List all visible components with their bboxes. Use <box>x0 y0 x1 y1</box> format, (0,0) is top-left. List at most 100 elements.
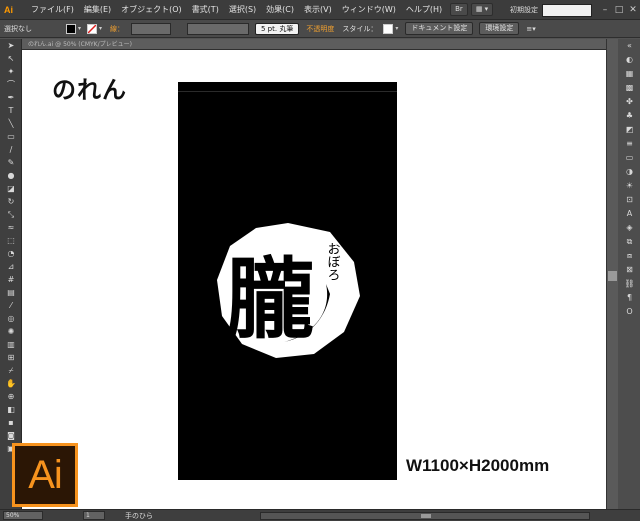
align-panel-icon[interactable]: ⧉ <box>619 235 640 249</box>
character-panel-icon[interactable]: A <box>619 207 640 221</box>
menu-select[interactable]: 選択(S) <box>224 0 261 20</box>
bridge-button[interactable]: Br <box>450 3 468 16</box>
document-tab[interactable]: のれん.ai @ 50% (CMYK/プレビュー) <box>22 39 606 50</box>
menu-type[interactable]: 書式(T) <box>187 0 224 20</box>
brushes-panel-icon[interactable]: ✤ <box>619 95 640 109</box>
expand-panels-icon[interactable]: « <box>619 39 640 53</box>
search-input[interactable] <box>542 3 592 17</box>
fill-stroke-icon[interactable]: ◧ <box>0 403 22 416</box>
kanji-oboro: 朧 <box>226 247 314 351</box>
rectangle-tool-icon[interactable]: ▭ <box>0 130 22 143</box>
transparency-panel-icon[interactable]: ◑ <box>619 165 640 179</box>
chevron-down-icon[interactable]: ▾ <box>99 25 106 32</box>
magic-wand-tool-icon[interactable]: ✦ <box>0 65 22 78</box>
color-guide-panel-icon[interactable]: ▦ <box>619 67 640 81</box>
paintbrush-tool-icon[interactable]: ∕ <box>0 143 22 156</box>
canvas[interactable]: のれん 朧 おぼろ W1100×H2000mm <box>22 50 606 509</box>
blob-brush-tool-icon[interactable]: ● <box>0 169 22 182</box>
blend-tool-icon[interactable]: ◎ <box>0 312 22 325</box>
color-mode-icon[interactable]: ▪ <box>0 416 22 429</box>
swatches-panel-icon[interactable]: ▩ <box>619 81 640 95</box>
horizontal-scroll-thumb[interactable] <box>421 514 431 518</box>
slice-tool-icon[interactable]: ⌿ <box>0 364 22 377</box>
workspace-switcher[interactable]: 初期設定 <box>510 5 538 15</box>
horizontal-scrollbar[interactable] <box>260 512 590 520</box>
scale-tool-icon[interactable]: ⤡ <box>0 208 22 221</box>
menu-view[interactable]: 表示(V) <box>299 0 337 20</box>
appearance-panel-icon[interactable]: ☀ <box>619 179 640 193</box>
menu-edit[interactable]: 編集(E) <box>79 0 116 20</box>
pencil-tool-icon[interactable]: ✎ <box>0 156 22 169</box>
stroke-panel-icon[interactable]: ≡ <box>619 137 640 151</box>
artboards-panel-icon[interactable]: ⊡ <box>619 193 640 207</box>
chevron-down-icon[interactable]: ▾ <box>395 25 402 32</box>
chevron-down-icon[interactable]: ▾ <box>78 25 85 32</box>
zoom-level-field[interactable]: 50% <box>3 511 43 520</box>
document-settings-button[interactable]: ドキュメント設定 <box>405 22 474 35</box>
close-icon[interactable]: ✕ <box>626 3 640 17</box>
stroke-weight-field[interactable] <box>131 22 171 35</box>
artboard-number-field[interactable]: 1 <box>83 511 105 520</box>
color-panel-icon[interactable]: ◐ <box>619 53 640 67</box>
minimize-icon[interactable]: – <box>598 3 612 17</box>
selection-tool-icon[interactable]: ➤ <box>0 39 22 52</box>
hand-tool-icon[interactable]: ✋ <box>0 377 22 390</box>
panel-icon-column: « ◐ ▦ ▩ ✤ ♣ ◩ ≡ ▭ ◑ ☀ ⊡ A ◈ ⧉ ⧈ ⊠ ⛓ ¶ O <box>619 39 640 319</box>
selection-status: 選択なし <box>4 24 32 33</box>
graphic-style-swatch[interactable] <box>383 23 394 34</box>
brush-definition[interactable]: 5 pt. 丸筆 <box>255 22 300 35</box>
mesh-tool-icon[interactable]: # <box>0 273 22 286</box>
type-tool-icon[interactable]: T <box>0 104 22 117</box>
menu-window[interactable]: ウィンドウ(W) <box>337 0 401 20</box>
menu-file[interactable]: ファイル(F) <box>26 0 79 20</box>
panel-menu-icon[interactable]: ≡▾ <box>522 25 539 33</box>
paragraph-panel-icon[interactable]: ¶ <box>619 291 640 305</box>
perspective-grid-tool-icon[interactable]: ⊿ <box>0 260 22 273</box>
lasso-tool-icon[interactable]: ⌒ <box>0 78 22 91</box>
menu-object[interactable]: オブジェクト(O) <box>116 0 187 20</box>
gradient-tool-icon[interactable]: ▤ <box>0 286 22 299</box>
symbols-panel-icon[interactable]: ♣ <box>619 109 640 123</box>
zoom-tool-icon[interactable]: ⊕ <box>0 390 22 403</box>
menu-help[interactable]: ヘルプ(H) <box>401 0 447 20</box>
current-tool-status: 手のひら <box>125 511 153 520</box>
gradient-panel-icon[interactable]: ▭ <box>619 151 640 165</box>
links-panel-icon[interactable]: ⛓ <box>619 277 640 291</box>
warp-tool-icon[interactable]: ≈ <box>0 221 22 234</box>
direct-selection-tool-icon[interactable]: ↖ <box>0 52 22 65</box>
symbol-sprayer-tool-icon[interactable]: ✺ <box>0 325 22 338</box>
menu-effect[interactable]: 効果(C) <box>261 0 299 20</box>
panel-dock: « ◐ ▦ ▩ ✤ ♣ ◩ ≡ ▭ ◑ ☀ ⊡ A ◈ ⧉ ⧈ ⊠ ⛓ ¶ O <box>606 39 640 509</box>
transform-panel-icon[interactable]: ⊠ <box>619 263 640 277</box>
layers-panel-icon[interactable]: ◈ <box>619 221 640 235</box>
canvas-heading: のれん <box>52 75 127 104</box>
arrange-documents-button[interactable]: ▦ ▾ <box>470 3 494 16</box>
line-tool-icon[interactable]: ╲ <box>0 117 22 130</box>
free-transform-tool-icon[interactable]: ⬚ <box>0 234 22 247</box>
noren-top-band <box>178 82 397 92</box>
shape-builder-tool-icon[interactable]: ◔ <box>0 247 22 260</box>
stroke-label[interactable]: 線： <box>106 24 128 34</box>
eyedropper-tool-icon[interactable]: ⁄ <box>0 299 22 312</box>
preferences-button[interactable]: 環境設定 <box>479 22 520 35</box>
vertical-scroll-thumb[interactable] <box>608 271 617 281</box>
pen-tool-icon[interactable]: ✒ <box>0 91 22 104</box>
app-logo: Ai <box>4 4 13 15</box>
opacity-label[interactable]: 不透明度 <box>302 24 338 34</box>
artboard-tool-icon[interactable]: ⊞ <box>0 351 22 364</box>
noren-artboard[interactable]: 朧 おぼろ <box>178 82 397 480</box>
graph-tool-icon[interactable]: ▥ <box>0 338 22 351</box>
eraser-tool-icon[interactable]: ◪ <box>0 182 22 195</box>
pathfinder-panel-icon[interactable]: ⧈ <box>619 249 640 263</box>
furigana-oboro: おぼろ <box>325 242 340 281</box>
tools-panel: ➤ ↖ ✦ ⌒ ✒ T ╲ ▭ ∕ ✎ ● ◪ ↻ ⤡ ≈ ⬚ ◔ ⊿ # ▤ … <box>0 39 22 509</box>
fill-swatch[interactable] <box>66 23 76 34</box>
rotate-tool-icon[interactable]: ↻ <box>0 195 22 208</box>
maximize-icon[interactable]: □ <box>612 3 626 17</box>
vertical-scrollbar[interactable] <box>606 39 618 509</box>
opentype-panel-icon[interactable]: O <box>619 305 640 319</box>
draw-mode-icon[interactable]: ◙ <box>0 429 22 442</box>
stroke-swatch-none[interactable] <box>87 23 97 34</box>
graphic-styles-panel-icon[interactable]: ◩ <box>619 123 640 137</box>
variable-width-profile[interactable] <box>187 22 249 35</box>
